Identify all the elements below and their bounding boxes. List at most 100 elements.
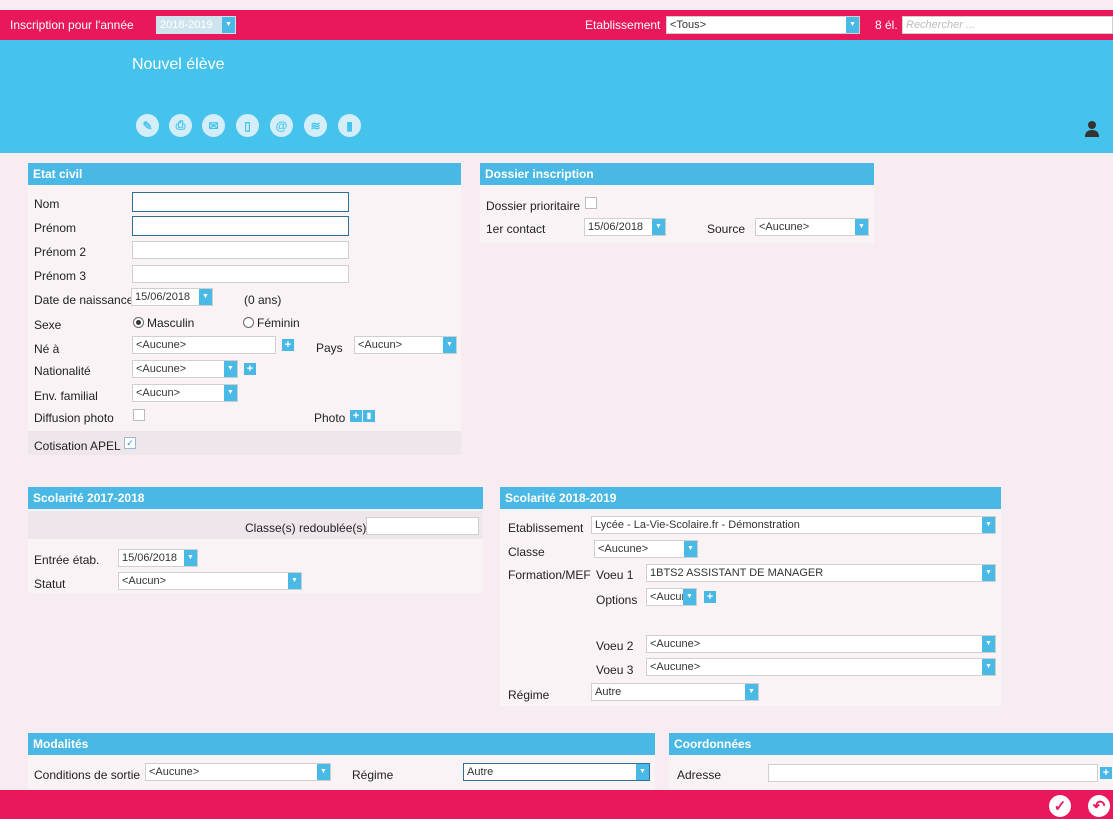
source-label: Source xyxy=(707,222,746,236)
adresse-input[interactable] xyxy=(768,764,1098,782)
trash-icon[interactable]: ▮ xyxy=(338,114,361,137)
classe-label: Classe xyxy=(508,545,545,559)
undo-icon: ↶ xyxy=(1092,798,1106,815)
transfer-icon[interactable]: ≋ xyxy=(304,114,327,137)
print-icon[interactable]: ⎙ xyxy=(169,114,192,137)
dob-label: Date de naissance xyxy=(34,293,134,307)
radio-masculin[interactable]: Masculin xyxy=(133,316,194,330)
sortie-label: Conditions de sortie xyxy=(34,768,141,782)
dob-field[interactable]: 15/06/2018 ▼ xyxy=(131,288,213,306)
adresse-label: Adresse xyxy=(677,768,722,782)
user-icon[interactable] xyxy=(1084,120,1100,138)
env-familial-select[interactable]: <Aucun> ▼ xyxy=(132,384,238,402)
voeu1-select[interactable]: 1BTS2 ASSISTANT DE MANAGER ▼ xyxy=(646,564,996,582)
diffusion-photo-checkbox[interactable] xyxy=(133,409,145,421)
chevron-down-icon: ▼ xyxy=(846,17,859,33)
regime-select[interactable]: Autre ▼ xyxy=(463,763,650,781)
nationalite-select[interactable]: <Aucune> ▼ xyxy=(132,360,238,378)
delete-photo-icon[interactable]: ▮ xyxy=(363,410,375,422)
etablissement-select[interactable]: <Tous> ▼ xyxy=(666,16,860,34)
add-nationalite-button[interactable]: + xyxy=(244,363,256,375)
chevron-down-icon: ▼ xyxy=(184,550,197,566)
nom-label: Nom xyxy=(34,197,60,211)
options-select[interactable]: <Aucune> ▼ xyxy=(646,588,697,606)
dossier-title: Dossier inscription xyxy=(480,163,874,185)
options-label: Options xyxy=(596,593,638,607)
etat-civil-title: Etat civil xyxy=(28,163,461,185)
etab-select[interactable]: Lycée - La-Vie-Scolaire.fr - Démonstrati… xyxy=(591,516,996,534)
chevron-down-icon: ▼ xyxy=(652,219,665,235)
etab-label: Etablissement xyxy=(508,521,584,535)
chevron-down-icon: ▼ xyxy=(982,565,995,581)
radio-empty-icon xyxy=(243,317,254,328)
add-photo-button[interactable]: + xyxy=(350,410,362,422)
contact-label: 1er contact xyxy=(486,222,546,236)
student-count: 8 él. xyxy=(875,18,898,32)
voeu3-label: Voeu 3 xyxy=(596,663,634,677)
diffusion-photo-label: Diffusion photo xyxy=(34,411,114,425)
mobile-icon[interactable]: ▯ xyxy=(236,114,259,137)
sexe-label: Sexe xyxy=(34,318,62,332)
check-icon: ✓ xyxy=(1053,798,1067,815)
entree-label: Entrée étab. xyxy=(34,553,100,567)
prenom2-label: Prénom 2 xyxy=(34,245,87,259)
regime-label: Régime xyxy=(352,768,394,782)
modalites-title: Modalités xyxy=(28,733,655,755)
age-text: (0 ans) xyxy=(244,293,282,307)
apel-checkbox[interactable]: ✓ xyxy=(124,437,136,449)
chevron-down-icon: ▼ xyxy=(982,517,995,533)
contact-date-field[interactable]: 15/06/2018 ▼ xyxy=(584,218,666,236)
redoublee-label: Classe(s) redoublée(s) xyxy=(245,521,367,535)
voeu2-select[interactable]: <Aucune> ▼ xyxy=(646,635,996,653)
statut-label: Statut xyxy=(34,577,66,591)
chevron-down-icon: ▼ xyxy=(224,361,237,377)
validate-button[interactable]: ✓ xyxy=(1049,795,1071,817)
undo-button[interactable]: ↶ xyxy=(1088,795,1110,817)
prenom3-input[interactable] xyxy=(132,265,349,283)
add-lieu-button[interactable]: + xyxy=(282,339,294,351)
etablissement-label: Etablissement xyxy=(585,18,661,32)
ne-a-input[interactable]: <Aucune> xyxy=(132,336,276,354)
prenom-input[interactable] xyxy=(132,216,349,236)
chevron-down-icon: ▼ xyxy=(636,764,649,780)
source-select[interactable]: <Aucune> ▼ xyxy=(755,218,869,236)
voeu1-label: Voeu 1 xyxy=(596,568,634,582)
entree-date-field[interactable]: 15/06/2018 ▼ xyxy=(118,549,198,567)
chevron-down-icon: ▼ xyxy=(982,659,995,675)
chevron-down-icon: ▼ xyxy=(683,589,696,605)
add-adresse-button[interactable]: + xyxy=(1100,767,1112,779)
add-option-button[interactable]: + xyxy=(704,591,716,603)
classe-select[interactable]: <Aucune> ▼ xyxy=(594,540,698,558)
pays-select[interactable]: <Aucun> ▼ xyxy=(354,336,457,354)
photo-label: Photo xyxy=(314,411,346,425)
footer-bar xyxy=(0,790,1113,819)
voeu3-select[interactable]: <Aucune> ▼ xyxy=(646,658,996,676)
sortie-select[interactable]: <Aucune> ▼ xyxy=(145,763,331,781)
pencil-icon[interactable]: ✎ xyxy=(136,114,159,137)
radio-selected-icon xyxy=(133,317,144,328)
chevron-down-icon: ▼ xyxy=(855,219,868,235)
ne-a-label: Né à xyxy=(34,342,60,356)
chevron-down-icon: ▼ xyxy=(443,337,456,353)
chevron-down-icon: ▼ xyxy=(317,764,330,780)
chevron-down-icon: ▼ xyxy=(199,289,212,305)
search-input[interactable]: Rechercher ... xyxy=(902,16,1113,34)
pays-label: Pays xyxy=(316,341,343,355)
prenom2-input[interactable] xyxy=(132,241,349,259)
year-label: Inscription pour l'année xyxy=(10,18,134,32)
at-icon[interactable]: @ xyxy=(270,114,293,137)
regime-next-select[interactable]: Autre ▼ xyxy=(591,683,759,701)
statut-select[interactable]: <Aucun> ▼ xyxy=(118,572,302,590)
mail-icon[interactable]: ✉ xyxy=(202,114,225,137)
nom-input[interactable] xyxy=(132,192,349,212)
redoublee-input[interactable] xyxy=(366,517,479,535)
prenom3-label: Prénom 3 xyxy=(34,269,87,283)
voeu2-label: Voeu 2 xyxy=(596,639,634,653)
apel-label: Cotisation APEL xyxy=(34,439,121,453)
page-title: Nouvel élève xyxy=(132,56,225,73)
year-select[interactable]: 2018-2019 ▼ xyxy=(156,16,236,34)
prenom-label: Prénom xyxy=(34,221,77,235)
prioritaire-checkbox[interactable] xyxy=(585,197,597,209)
scolarite-next-title: Scolarité 2018-2019 xyxy=(500,487,1001,509)
radio-feminin[interactable]: Féminin xyxy=(243,316,300,330)
